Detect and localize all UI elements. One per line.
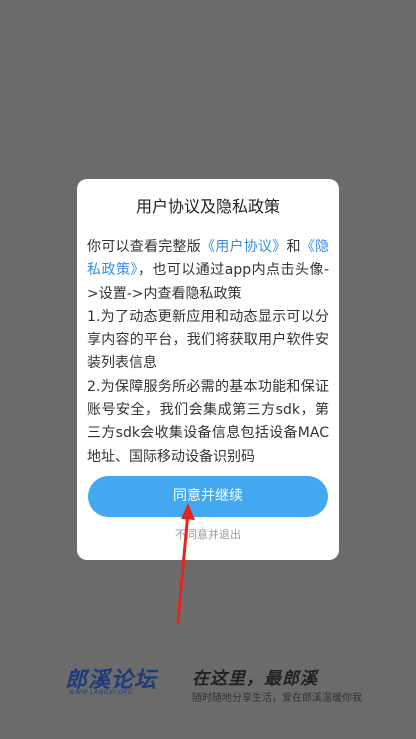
policy-item-1: 1.为了动态更新应用和动态显示可以分享内容的平台，我们将获取用户软件安装列表信息 xyxy=(87,308,329,372)
slogan-main: 在这里，最郎溪 xyxy=(192,669,318,689)
privacy-dialog: 用户协议及隐私政策 你可以查看完整版《用户协议》和《隐私政策》，也可以通过app… xyxy=(77,179,339,560)
screen: 用户协议及隐私政策 你可以查看完整版《用户协议》和《隐私政策》，也可以通过app… xyxy=(0,0,416,739)
user-agreement-link[interactable]: 《用户协议》 xyxy=(201,239,287,255)
disagree-exit-button[interactable]: 不同意并退出 xyxy=(77,527,339,543)
policy-item-2: 2.为保障服务所必需的基本功能和保证账号安全，我们会集成第三方sdk，第三方sd… xyxy=(87,378,329,465)
logo-subtext: WWW.LANGXI.ORG xyxy=(69,689,134,696)
agree-continue-button[interactable]: 同意并继续 xyxy=(88,476,328,517)
body-and: 和 xyxy=(286,239,301,255)
body-prefix: 你可以查看完整版 xyxy=(87,239,201,255)
langxi-forum-logo: 郎溪论坛 WWW.LANGXI.ORG xyxy=(63,662,163,704)
slogan-sub: 随时随地分享生活，爱在郎溪温暖你我 xyxy=(192,693,362,704)
dialog-title: 用户协议及隐私政策 xyxy=(135,197,280,216)
dialog-body: 你可以查看完整版《用户协议》和《隐私政策》，也可以通过app内点击头像->设置-… xyxy=(87,236,329,469)
